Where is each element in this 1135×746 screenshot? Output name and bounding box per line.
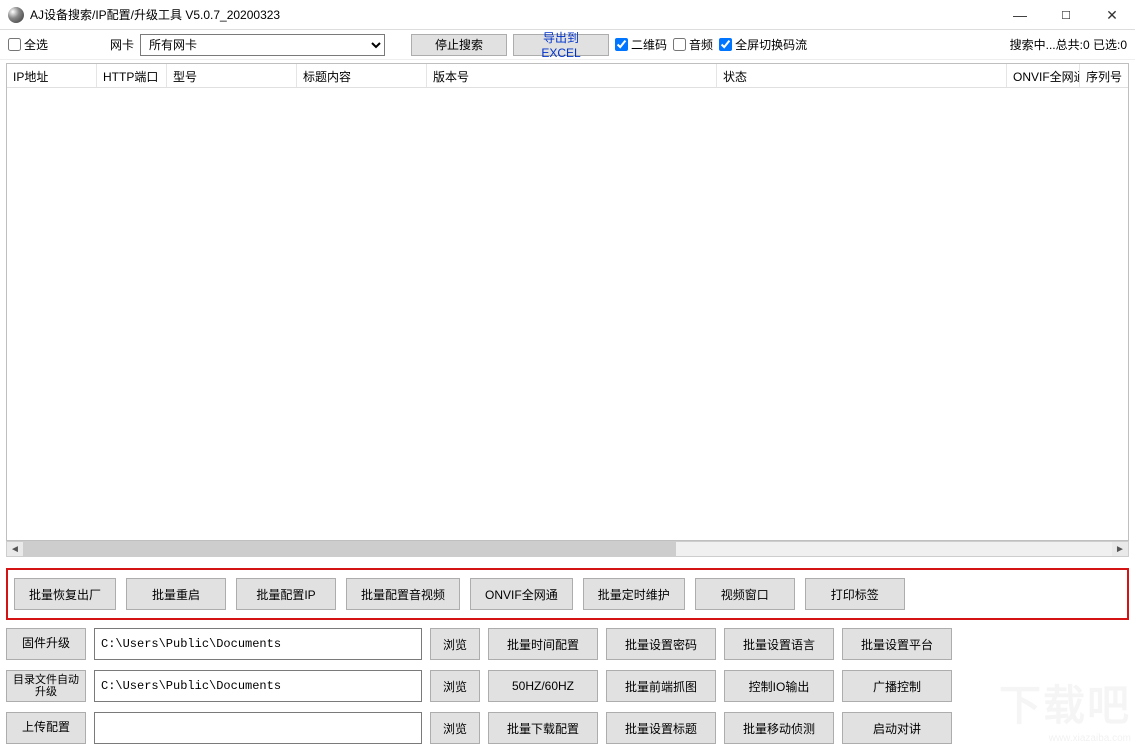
start-intercom-button[interactable]: 启动对讲 [842,712,952,744]
select-all-label: 全选 [24,36,48,53]
col-serial[interactable]: 序列号 [1080,64,1128,87]
firmware-row: 固件升级 浏览 批量时间配置 批量设置密码 批量设置语言 批量设置平台 [6,628,1129,660]
dir-upgrade-path-input[interactable] [94,670,422,702]
qrcode-label: 二维码 [631,36,667,53]
col-ip[interactable]: IP地址 [7,64,97,87]
fullscreen-switch-label: 全屏切换码流 [735,36,807,53]
device-grid: IP地址 HTTP端口 型号 标题内容 版本号 状态 ONVIF全网通 序列号 [6,63,1129,541]
batch-config-ip-button[interactable]: 批量配置IP [236,578,336,610]
firmware-browse-button[interactable]: 浏览 [430,628,480,660]
batch-schedule-maint-button[interactable]: 批量定时维护 [583,578,685,610]
scroll-left-icon[interactable]: ◄ [7,542,23,556]
batch-snapshot-button[interactable]: 批量前端抓图 [606,670,716,702]
nic-select[interactable]: 所有网卡 [140,34,385,56]
batch-set-password-button[interactable]: 批量设置密码 [606,628,716,660]
window-controls: — ☐ ✕ [997,0,1135,30]
dir-upgrade-row: 目录文件自动升级 浏览 50HZ/60HZ 批量前端抓图 控制IO输出 广播控制 [6,670,1129,702]
scroll-thumb[interactable] [23,542,676,556]
audio-label: 音频 [689,36,713,53]
window-title: AJ设备搜索/IP配置/升级工具 V5.0.7_20200323 [30,6,280,23]
print-label-button[interactable]: 打印标签 [805,578,905,610]
col-version[interactable]: 版本号 [427,64,717,87]
select-all-checkbox[interactable]: 全选 [8,36,48,53]
batch-config-av-button[interactable]: 批量配置音视频 [346,578,460,610]
hz-button[interactable]: 50HZ/60HZ [488,670,598,702]
dir-upgrade-browse-button[interactable]: 浏览 [430,670,480,702]
maximize-button[interactable]: ☐ [1043,0,1089,30]
batch-set-title-button[interactable]: 批量设置标题 [606,712,716,744]
onvif-all-net-button[interactable]: ONVIF全网通 [470,578,573,610]
col-model[interactable]: 型号 [167,64,297,87]
batch-actions-highlighted: 批量恢复出厂 批量重启 批量配置IP 批量配置音视频 ONVIF全网通 批量定时… [6,568,1129,620]
col-port[interactable]: HTTP端口 [97,64,167,87]
qrcode-input[interactable] [615,38,628,51]
firmware-label[interactable]: 固件升级 [6,628,86,660]
grid-hscrollbar[interactable]: ◄ ► [6,541,1129,557]
col-onvif[interactable]: ONVIF全网通 [1007,64,1080,87]
close-button[interactable]: ✕ [1089,0,1135,30]
control-io-button[interactable]: 控制IO输出 [724,670,834,702]
batch-set-language-button[interactable]: 批量设置语言 [724,628,834,660]
search-status: 搜索中...总共:0 已选:0 [1010,36,1127,53]
scroll-track[interactable] [23,542,1112,556]
app-icon [8,7,24,23]
batch-motion-detect-button[interactable]: 批量移动侦测 [724,712,834,744]
stop-search-button[interactable]: 停止搜索 [411,34,507,56]
upload-label[interactable]: 上传配置 [6,712,86,744]
dir-upgrade-label[interactable]: 目录文件自动升级 [6,670,86,702]
upload-path-input[interactable] [94,712,422,744]
col-title[interactable]: 标题内容 [297,64,427,87]
export-excel-button[interactable]: 导出到EXCEL [513,34,609,56]
grid-header: IP地址 HTTP端口 型号 标题内容 版本号 状态 ONVIF全网通 序列号 [7,64,1128,88]
batch-set-platform-button[interactable]: 批量设置平台 [842,628,952,660]
audio-input[interactable] [673,38,686,51]
upload-row: 上传配置 浏览 批量下载配置 批量设置标题 批量移动侦测 启动对讲 [6,712,1129,744]
select-all-input[interactable] [8,38,21,51]
video-window-button[interactable]: 视频窗口 [695,578,795,610]
batch-download-config-button[interactable]: 批量下载配置 [488,712,598,744]
scroll-right-icon[interactable]: ► [1112,542,1128,556]
batch-time-config-button[interactable]: 批量时间配置 [488,628,598,660]
qrcode-checkbox[interactable]: 二维码 [615,36,667,53]
batch-factory-reset-button[interactable]: 批量恢复出厂 [14,578,116,610]
upload-browse-button[interactable]: 浏览 [430,712,480,744]
broadcast-ctrl-button[interactable]: 广播控制 [842,670,952,702]
bottom-rows: 固件升级 浏览 批量时间配置 批量设置密码 批量设置语言 批量设置平台 目录文件… [6,628,1129,744]
grid-body[interactable] [7,88,1128,540]
minimize-button[interactable]: — [997,0,1043,30]
audio-checkbox[interactable]: 音频 [673,36,713,53]
titlebar: AJ设备搜索/IP配置/升级工具 V5.0.7_20200323 — ☐ ✕ [0,0,1135,30]
col-status[interactable]: 状态 [717,64,1007,87]
fullscreen-switch-input[interactable] [719,38,732,51]
fullscreen-switch-checkbox[interactable]: 全屏切换码流 [719,36,807,53]
nic-label: 网卡 [110,36,134,53]
firmware-path-input[interactable] [94,628,422,660]
batch-reboot-button[interactable]: 批量重启 [126,578,226,610]
toolbar: 全选 网卡 所有网卡 停止搜索 导出到EXCEL 二维码 音频 全屏切换码流 搜… [0,30,1135,60]
